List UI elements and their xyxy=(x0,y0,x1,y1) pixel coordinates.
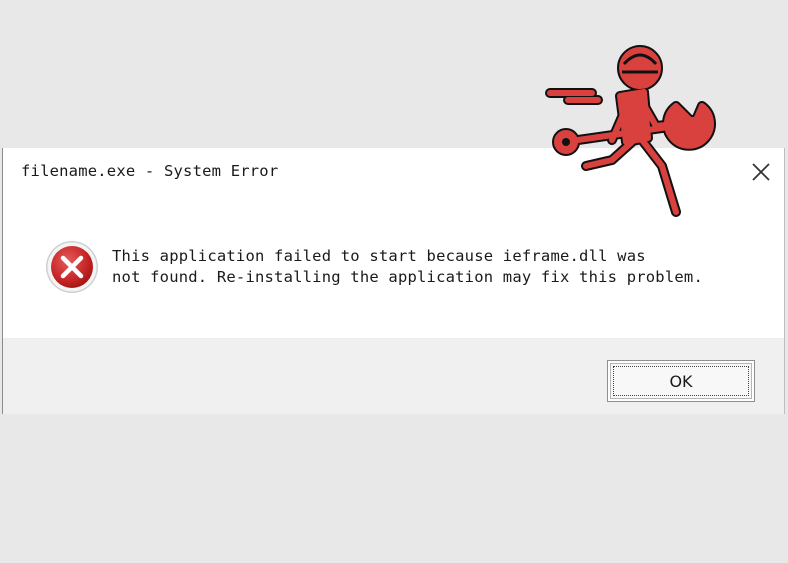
repairman-icon xyxy=(545,45,716,217)
dialog-title: filename.exe - System Error xyxy=(21,162,279,180)
error-message-line-1: This application failed to start because… xyxy=(112,247,646,265)
close-button[interactable] xyxy=(747,158,775,186)
close-icon xyxy=(752,163,770,181)
error-message: This application failed to start because… xyxy=(112,246,703,288)
ok-button-label: OK xyxy=(669,371,693,391)
error-icon xyxy=(44,239,100,295)
dialog-footer: OK xyxy=(3,338,784,414)
ok-button[interactable]: OK xyxy=(607,360,755,402)
error-message-line-2: not found. Re-installing the application… xyxy=(112,268,703,286)
